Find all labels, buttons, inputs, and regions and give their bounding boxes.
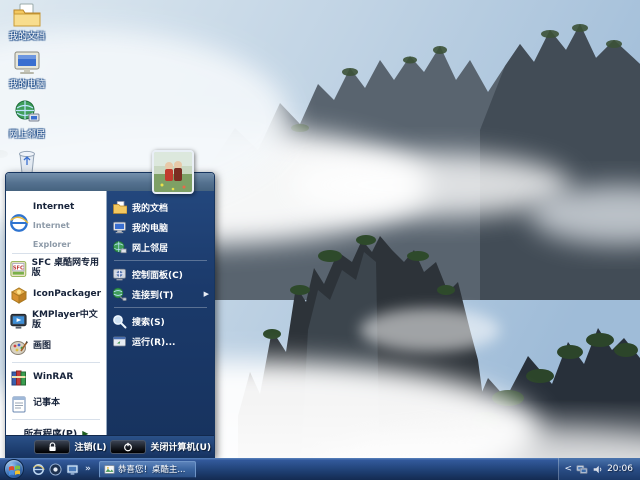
menu-item-kmplayer[interactable]: KMPlayer中文版 [6, 308, 106, 334]
power-icon [124, 442, 133, 451]
winrar-icon [11, 370, 26, 386]
image-viewer-icon [104, 464, 115, 474]
menu-item-my-computer[interactable]: 我的电脑 [109, 217, 212, 237]
menu-item-run[interactable]: 运行(R)... [109, 331, 212, 351]
menu-item-iconpackager[interactable]: IconPackager [6, 282, 106, 308]
task-button[interactable]: 恭喜您！桌酷主... [98, 460, 196, 478]
menu-item-paint[interactable]: 画图 [6, 334, 106, 360]
desktop-icon-my-computer[interactable]: 我的电脑 [4, 50, 50, 90]
user-avatar[interactable] [152, 150, 194, 194]
start-menu-places-column: 我的文档 我的电脑 网上邻居 控制面板(C) 连接到(T) ▶ 搜索(S) 运行… [107, 191, 214, 435]
desktop-icon-label: 我的文档 [8, 32, 45, 42]
lock-icon [49, 441, 56, 451]
log-off-label: 注销(L) [74, 443, 107, 453]
tray-collapse-chevron[interactable]: < [565, 464, 573, 474]
media-player-quicklaunch-icon[interactable] [49, 462, 62, 476]
paint-icon [10, 341, 28, 355]
menu-item-search[interactable]: 搜索(S) [109, 311, 212, 331]
my-computer-icon [113, 221, 126, 233]
desktop-icon-label: 我的电脑 [8, 80, 45, 90]
my-documents-icon [113, 200, 127, 214]
network-tray-icon[interactable] [576, 464, 588, 475]
menu-item-network-places[interactable]: 网上邻居 [109, 237, 212, 257]
menu-separator [114, 260, 207, 261]
menu-item-label: Internet [32, 202, 75, 212]
menu-item-label: SFC 桌酷网专用版 [31, 258, 100, 278]
menu-item-label: 我的电脑 [132, 223, 169, 234]
menu-item-label: 画图 [33, 341, 52, 352]
menu-item-control-panel[interactable]: 控制面板(C) [109, 264, 212, 284]
menu-item-label: KMPlayer中文版 [31, 310, 98, 330]
menu-separator [12, 253, 100, 254]
menu-item-notepad[interactable]: 记事本 [6, 391, 106, 417]
iconpackager-icon [10, 287, 28, 304]
control-panel-icon [113, 268, 126, 280]
user-avatar-photo [154, 152, 192, 192]
quick-launch-bar: » [29, 462, 96, 476]
desktop-icon-recycle-bin[interactable] [4, 148, 50, 174]
volume-tray-icon[interactable] [592, 464, 603, 475]
windows-logo-icon [8, 465, 20, 476]
turn-off-pill [110, 439, 147, 454]
network-places-icon [113, 240, 127, 253]
log-off-pill [34, 439, 71, 454]
my-documents-icon [13, 3, 41, 27]
desktop-icon-my-documents[interactable]: 我的文档 [4, 2, 50, 42]
menu-item-label: 运行(R)... [132, 337, 176, 348]
menu-item-my-documents[interactable]: 我的文档 [109, 197, 212, 217]
menu-item-label: IconPackager [33, 289, 102, 300]
menu-item-label: 网上邻居 [132, 243, 169, 254]
ie-quicklaunch-icon[interactable] [32, 463, 45, 476]
start-button[interactable] [4, 459, 24, 479]
system-tray: < 20:06 [557, 458, 640, 480]
menu-item-sfc[interactable]: SFC SFC 桌酷网专用版 [6, 256, 106, 282]
kmplayer-icon [10, 313, 27, 329]
menu-item-label: 记事本 [33, 398, 61, 409]
desktop-icon-label: 网上邻居 [8, 130, 45, 140]
quick-launch-overflow-chevron[interactable]: » [85, 464, 91, 474]
menu-item-sublabel: Internet Explorer [32, 221, 71, 249]
connect-to-icon [112, 287, 127, 301]
menu-separator [12, 362, 100, 363]
turn-off-label: 关闭计算机(U) [150, 443, 211, 453]
start-menu-pinned-column: Internet Internet Explorer SFC SFC 桌酷网专用… [6, 191, 107, 440]
search-icon [113, 314, 127, 328]
network-places-icon [15, 100, 40, 122]
menu-item-label: 搜索(S) [132, 317, 165, 328]
desktop-icon-network-places[interactable]: 网上邻居 [4, 100, 50, 140]
menu-item-label: 控制面板(C) [132, 270, 183, 281]
menu-item-internet[interactable]: Internet Internet Explorer [6, 194, 106, 251]
sfc-icon: SFC [10, 261, 27, 277]
notepad-icon [12, 396, 26, 413]
task-button-label: 恭喜您！桌酷主... [117, 465, 186, 475]
menu-item-connect-to[interactable]: 连接到(T) ▶ [109, 284, 212, 304]
start-menu-footer: 注销(L) 关闭计算机(U) [6, 435, 214, 457]
recycle-bin-icon [19, 150, 35, 174]
menu-separator [12, 419, 100, 420]
submenu-arrow-icon: ▶ [203, 290, 209, 298]
turn-off-computer-button[interactable]: 关闭计算机(U) [110, 439, 211, 454]
menu-separator [114, 307, 207, 308]
menu-item-label: 连接到(T) [132, 290, 174, 301]
show-desktop-quicklaunch-icon[interactable] [66, 463, 79, 476]
log-off-button[interactable]: 注销(L) [34, 439, 107, 454]
run-icon [113, 336, 126, 346]
menu-item-winrar[interactable]: WinRAR [6, 365, 106, 391]
my-computer-icon [14, 51, 40, 74]
menu-item-label: 我的文档 [132, 203, 169, 214]
taskbar: » 恭喜您！桌酷主... < 20:06 [0, 458, 640, 480]
menu-item-label: WinRAR [33, 372, 74, 383]
svg-text:SFC: SFC [13, 265, 24, 271]
start-menu: Internet Internet Explorer SFC SFC 桌酷网专用… [5, 150, 215, 458]
internet-explorer-icon [10, 213, 29, 232]
taskbar-clock[interactable]: 20:06 [607, 464, 633, 474]
